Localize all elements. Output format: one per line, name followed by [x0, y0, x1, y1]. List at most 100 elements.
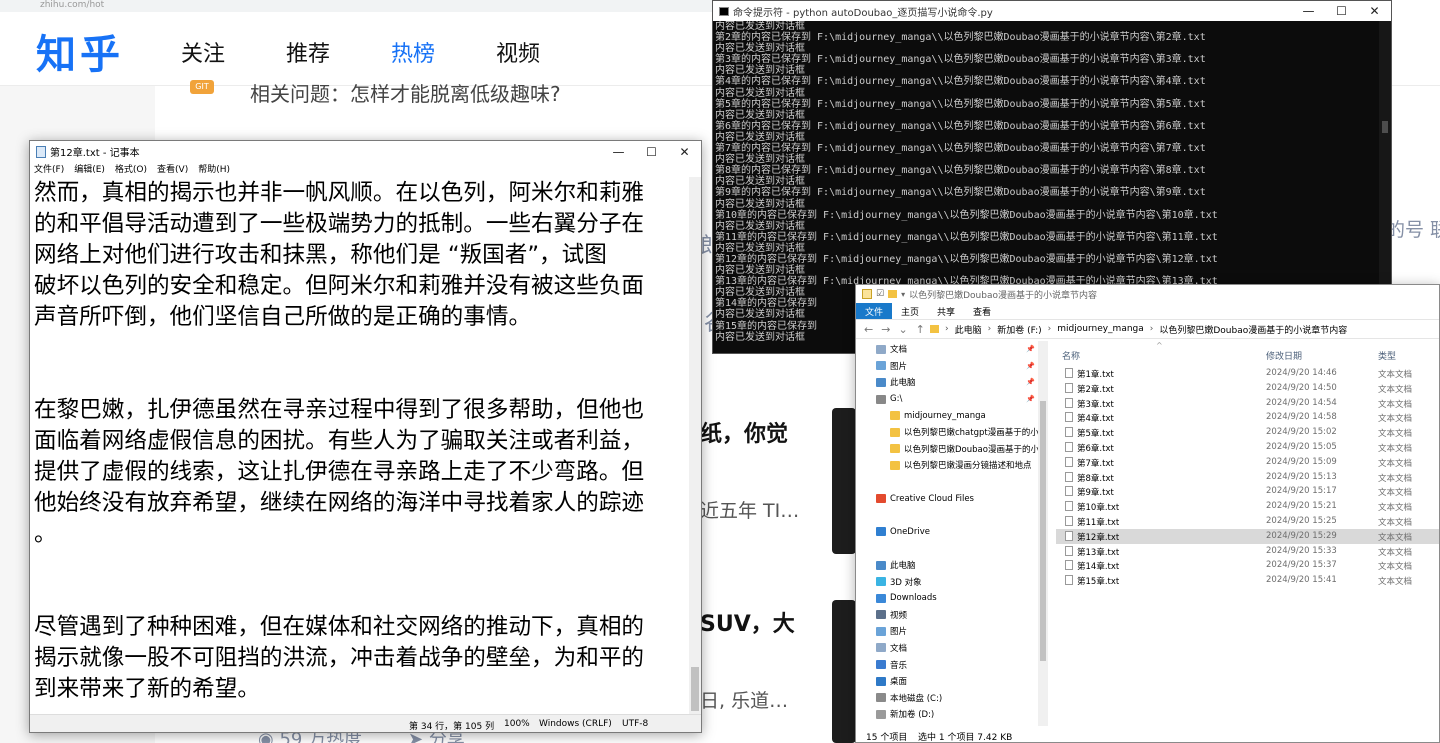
nav-item-label: midjourney_manga [904, 410, 986, 421]
nav-item[interactable]: 此电脑 [856, 557, 1047, 574]
forward-icon[interactable]: → [881, 323, 890, 336]
cmd-titlebar[interactable]: 命令提示符 - python autoDoubao_逐页描写小说命令.py — … [713, 1, 1391, 21]
nav-video[interactable]: 视频 [496, 36, 601, 68]
nav-item[interactable]: Creative Cloud Files [856, 490, 1047, 507]
file-row[interactable]: 第15章.txt 2024/9/20 15:41 文本文档 [1056, 573, 1439, 588]
feed-thumbnail[interactable] [832, 600, 856, 743]
breadcrumb-item[interactable]: 新加卷 (F:) [997, 323, 1041, 336]
chevron-right-icon[interactable]: › [1150, 324, 1154, 334]
address-bar[interactable]: ← → ⌄ ↑ › 此电脑 › 新加卷 (F:) › midjourney_ma… [856, 319, 1439, 339]
breadcrumb-item[interactable]: 此电脑 [955, 323, 982, 336]
scrollbar-thumb[interactable] [1382, 121, 1388, 133]
browser-url[interactable]: zhihu.com/hot [0, 0, 720, 12]
file-row[interactable]: 第11章.txt 2024/9/20 15:25 文本文档 [1056, 514, 1439, 529]
file-row[interactable]: 第6章.txt 2024/9/20 15:05 文本文档 [1056, 440, 1439, 455]
file-row[interactable]: 第9章.txt 2024/9/20 15:17 文本文档 [1056, 484, 1439, 499]
explorer-titlebar[interactable]: ☑ ▾ 以色列黎巴嫩Doubao漫画基于的小说章节内容 [856, 285, 1439, 303]
pin-icon[interactable]: 📌 [1026, 378, 1035, 386]
nav-item[interactable]: 图片 📌 [856, 358, 1047, 375]
breadcrumb-item[interactable]: midjourney_manga [1057, 324, 1144, 334]
file-row[interactable]: 第7章.txt 2024/9/20 15:09 文本文档 [1056, 455, 1439, 470]
pin-icon[interactable]: 📌 [1026, 362, 1035, 370]
zhihu-logo[interactable]: 知乎 [36, 22, 124, 80]
menu-edit[interactable]: 编辑(E) [74, 162, 105, 177]
nav-recommend[interactable]: 推荐 [286, 36, 391, 68]
nav-item[interactable]: G:\ 📌 [856, 391, 1047, 408]
feed-thumbnail[interactable] [832, 408, 856, 554]
file-row[interactable]: 第5章.txt 2024/9/20 15:02 文本文档 [1056, 425, 1439, 440]
file-row[interactable]: 第12章.txt 2024/9/20 15:29 文本文档 [1056, 528, 1439, 544]
nav-hot[interactable]: 热榜 [391, 36, 496, 68]
close-icon[interactable]: ✕ [668, 145, 701, 159]
feed-title-fragment[interactable]: 纸，你觉 [700, 416, 788, 448]
file-row[interactable]: 第1章.txt 2024/9/20 14:46 文本文档 [1056, 366, 1439, 381]
minimize-icon[interactable]: — [1292, 4, 1325, 18]
file-name: 第2章.txt [1077, 384, 1114, 395]
file-row[interactable]: 第13章.txt 2024/9/20 15:33 文本文档 [1056, 544, 1439, 559]
nav-item[interactable]: 以色列黎巴嫩Doubao漫画基于的小说 [856, 441, 1047, 458]
nav-item[interactable]: 桌面 [856, 673, 1047, 690]
column-name[interactable]: 名称 [1062, 349, 1080, 362]
notepad-titlebar[interactable]: 第12章.txt - 记事本 — ☐ ✕ [30, 141, 701, 162]
close-icon[interactable]: ✕ [1358, 4, 1391, 18]
file-row[interactable]: 第14章.txt 2024/9/20 15:37 文本文档 [1056, 558, 1439, 573]
feed-title-fragment[interactable]: SUV，大 [700, 606, 795, 638]
pin-icon[interactable]: 📌 [1026, 345, 1035, 353]
tab-file[interactable]: 文件 [856, 303, 893, 319]
chevron-right-icon[interactable]: › [1048, 324, 1052, 334]
scrollbar-thumb[interactable] [1040, 401, 1046, 661]
minimize-icon[interactable]: — [602, 145, 635, 159]
notepad-text-area[interactable]: 然而，真相的揭示也并非一帆风顺。在以色列，阿米尔和莉雅 的和平倡导活动遭到了一些极… [30, 177, 689, 714]
nav-item[interactable]: midjourney_manga [856, 407, 1047, 424]
file-row[interactable]: 第10章.txt 2024/9/20 15:21 文本文档 [1056, 499, 1439, 514]
explorer-window[interactable]: ☑ ▾ 以色列黎巴嫩Doubao漫画基于的小说章节内容 文件 主页 共享 查看 … [855, 284, 1440, 743]
nav-scrollbar[interactable] [1038, 341, 1048, 726]
folder-icon[interactable] [888, 290, 898, 298]
nav-item[interactable]: 文档 📌 [856, 341, 1047, 358]
nav-item[interactable]: 音乐 [856, 656, 1047, 673]
nav-item[interactable]: 以色列黎巴嫩chatgpt漫画基于的小说 [856, 424, 1047, 441]
tab-share[interactable]: 共享 [928, 303, 964, 319]
up-icon[interactable]: ↑ [916, 323, 925, 336]
nav-item[interactable]: 此电脑 📌 [856, 374, 1047, 391]
menu-file[interactable]: 文件(F) [34, 162, 64, 177]
breadcrumb-item[interactable]: 以色列黎巴嫩Doubao漫画基于的小说章节内容 [1159, 323, 1347, 336]
chevron-right-icon[interactable]: › [945, 324, 949, 334]
notepad-window[interactable]: 第12章.txt - 记事本 — ☐ ✕ 文件(F) 编辑(E) 格式(O) 查… [29, 140, 702, 733]
nav-item[interactable]: 图片 [856, 623, 1047, 640]
chevron-right-icon[interactable]: › [988, 324, 992, 334]
nav-item[interactable]: Downloads [856, 590, 1047, 607]
file-row[interactable]: 第2章.txt 2024/9/20 14:50 文本文档 [1056, 381, 1439, 396]
nav-item[interactable]: 视频 [856, 607, 1047, 624]
related-question[interactable]: 相关问题：怎样才能脱离低级趣味? [250, 78, 561, 107]
pin-icon[interactable]: 📌 [1026, 395, 1035, 403]
tab-view[interactable]: 查看 [964, 303, 1000, 319]
nav-item[interactable]: OneDrive [856, 524, 1047, 541]
maximize-icon[interactable]: ☐ [1325, 4, 1358, 18]
nav-item[interactable]: 3D 对象 [856, 573, 1047, 590]
nav-item[interactable]: 新加卷 (D:) [856, 706, 1047, 723]
nav-item[interactable]: 本地磁盘 (C:) [856, 689, 1047, 706]
notepad-statusbar: 第 34 行，第 105 列 100% Windows (CRLF) UTF-8 [30, 714, 701, 732]
notepad-scrollbar[interactable] [689, 177, 701, 714]
scrollbar-thumb[interactable] [691, 667, 699, 711]
file-row[interactable]: 第3章.txt 2024/9/20 14:54 文本文档 [1056, 396, 1439, 411]
file-row[interactable]: 第4章.txt 2024/9/20 14:58 文本文档 [1056, 410, 1439, 425]
back-icon[interactable]: ← [864, 323, 873, 336]
folder-icon [876, 344, 886, 354]
tab-home[interactable]: 主页 [892, 303, 928, 319]
maximize-icon[interactable]: ☐ [635, 145, 668, 159]
file-name: 第11章.txt [1077, 517, 1120, 528]
chevron-down-icon[interactable]: ⌄ [898, 323, 907, 336]
menu-format[interactable]: 格式(O) [115, 162, 147, 177]
menu-view[interactable]: 查看(V) [157, 162, 188, 177]
file-row[interactable]: 第8章.txt 2024/9/20 15:13 文本文档 [1056, 470, 1439, 485]
column-type[interactable]: 类型 [1378, 349, 1396, 362]
dropdown-icon[interactable]: ▾ [901, 290, 905, 299]
menu-help[interactable]: 帮助(H) [198, 162, 230, 177]
column-date[interactable]: 修改日期 [1266, 349, 1302, 362]
nav-item[interactable]: 文档 [856, 640, 1047, 657]
nav-item[interactable]: 以色列黎巴嫩漫画分镜描述和地点 [856, 457, 1047, 474]
nav-follow[interactable]: 关注 [181, 36, 286, 68]
check-icon[interactable]: ☑ [876, 289, 884, 299]
